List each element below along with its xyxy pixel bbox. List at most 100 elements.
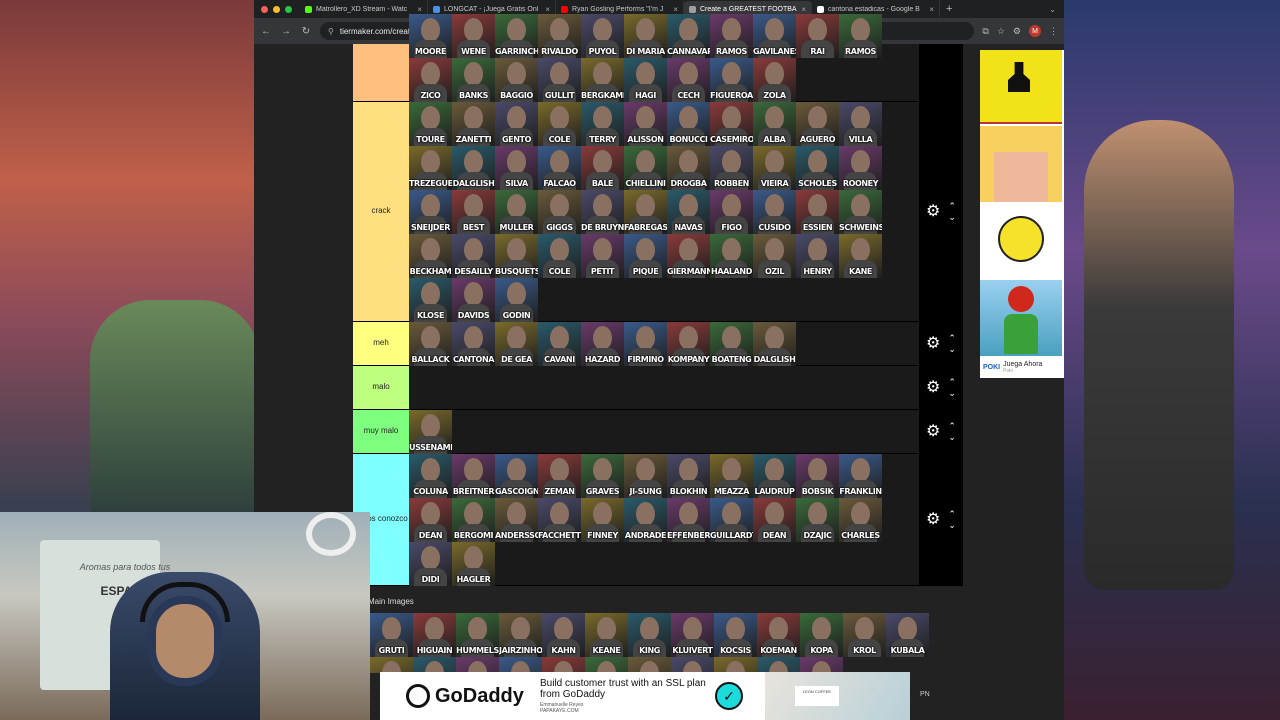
pool-player-tile[interactable] [585,657,628,673]
new-tab-button[interactable]: + [940,3,958,15]
forward-icon[interactable]: → [280,26,292,37]
player-tile[interactable]: ROONEY [839,146,882,190]
game-thumb-3[interactable] [980,202,1062,278]
player-tile[interactable]: CUSIDO [753,190,796,234]
pool-player-tile[interactable] [714,657,757,673]
close-tab-icon[interactable]: × [673,5,678,14]
pool-player-tile[interactable]: JAIRZINHO [499,613,542,657]
poki-game-ad[interactable]: POKI Juega Ahora Poki [980,50,1064,378]
chevron-down-icon[interactable]: ⌄ [948,212,956,223]
player-tile[interactable]: RIVALDO [538,14,581,58]
player-tile[interactable]: HAALAND [710,234,753,278]
player-tile[interactable]: DEAN [409,498,452,542]
translate-icon[interactable]: ⧉ [982,26,988,37]
player-tile[interactable]: SCHWEINSTEIGER [839,190,882,234]
tab-search-icon[interactable]: ⌄ [1049,5,1064,14]
player-tile[interactable]: BALE [581,146,624,190]
player-tile[interactable]: BANKS [452,58,495,102]
player-tile[interactable]: TOURE [409,102,452,146]
tier-label[interactable]: crack [353,102,409,321]
player-tile[interactable]: ZANETTI [452,102,495,146]
player-tile[interactable]: MULLER [495,190,538,234]
profile-avatar[interactable]: M [1029,25,1041,37]
menu-kebab-icon[interactable]: ⋮ [1049,26,1058,37]
player-tile[interactable]: CHARLES [839,498,882,542]
player-tile[interactable]: BERGKAMP [581,58,624,102]
player-tile[interactable]: VIEIRA [753,146,796,190]
player-tile[interactable]: ALISSON [624,102,667,146]
pool-player-tile[interactable]: KROL [843,613,886,657]
site-info-icon[interactable]: ⚲ [328,27,334,36]
game-thumb-1[interactable] [980,50,1062,124]
close-window-button[interactable] [261,5,268,13]
pool-player-tile[interactable]: LAW [370,657,413,673]
tier-label[interactable]: malo [353,366,409,409]
close-tab-icon[interactable]: × [929,5,934,14]
player-tile[interactable]: GRAVES [581,454,624,498]
player-tile[interactable]: HAGI [624,58,667,102]
player-tile[interactable]: ESSIEN [796,190,839,234]
player-tile[interactable]: USSENAME [409,410,452,454]
game-thumb-4[interactable] [980,280,1062,356]
player-tile[interactable]: RAI [796,14,839,58]
pool-player-tile[interactable] [800,657,843,673]
pool-player-tile[interactable]: KEANE [585,613,628,657]
player-tile[interactable]: DIDI [409,542,452,586]
pool-player-tile[interactable] [757,657,800,673]
player-tile[interactable]: COLE [538,102,581,146]
player-tile[interactable]: FALCAO [538,146,581,190]
player-tile[interactable]: BERGOMI [452,498,495,542]
pool-player-tile[interactable] [542,657,585,673]
pool-player-tile[interactable]: HUMMELS [456,613,499,657]
player-tile[interactable]: GAVILANES [753,14,796,58]
player-tile[interactable]: PUYOL [581,14,624,58]
pool-player-tile[interactable]: KING [628,613,671,657]
player-tile[interactable]: ZOLA [753,58,796,102]
bookmark-star-icon[interactable]: ☆ [997,26,1005,37]
player-tile[interactable]: BEST [452,190,495,234]
pool-player-tile[interactable]: KOPA [800,613,843,657]
player-tile[interactable]: BONUCCI [667,102,710,146]
player-tile[interactable]: ANDERSSON [495,498,538,542]
minimize-window-button[interactable] [273,5,280,13]
player-tile[interactable]: RAMOS [710,14,753,58]
player-tile[interactable]: DI MARIA [624,14,667,58]
pool-player-tile[interactable] [628,657,671,673]
player-tile[interactable]: CHIELLINI [624,146,667,190]
player-tile[interactable]: HAGLER [452,542,495,586]
player-tile[interactable]: RAMOS [839,14,882,58]
player-tile[interactable]: FIGUEROA [710,58,753,102]
player-tile[interactable]: TERRY [581,102,624,146]
player-tile[interactable]: CECH [667,58,710,102]
player-tile[interactable]: FIGO [710,190,753,234]
player-tile[interactable]: FRANKLIN [839,454,882,498]
close-tab-icon[interactable]: × [801,5,806,14]
player-tile[interactable]: CAVANI [538,322,581,366]
chevron-up-icon[interactable]: ⌃ [948,421,956,432]
player-tile[interactable]: ROBBEN [710,146,753,190]
player-tile[interactable]: ANDRADE [624,498,667,542]
player-tile[interactable]: BOBSIK [796,454,839,498]
pool-player-tile[interactable] [671,657,714,673]
chevron-up-icon[interactable]: ⌃ [948,333,956,344]
chevron-up-icon[interactable]: ⌃ [948,509,956,520]
pool-player-tile[interactable] [499,657,542,673]
godaddy-banner-ad[interactable]: GoDaddy Build customer trust with an SSL… [380,672,910,720]
player-tile[interactable]: OZIL [753,234,796,278]
chevron-down-icon[interactable]: ⌄ [948,432,956,443]
player-tile[interactable]: HAZARD [581,322,624,366]
pool-player-tile[interactable]: GRUTI [370,613,413,657]
pool-player-tile[interactable]: KAHN [542,613,585,657]
chevron-up-icon[interactable]: ⌃ [948,201,956,212]
player-tile[interactable]: TREZEGUET [409,146,452,190]
player-tile[interactable]: CASEMIRO [710,102,753,146]
gear-icon[interactable]: ⚙ [926,511,940,528]
player-tile[interactable]: SNEIJDER [409,190,452,234]
player-tile[interactable]: SILVA [495,146,538,190]
player-tile[interactable]: DE BRUYNE [581,190,624,234]
player-tile[interactable]: MOORE [409,14,452,58]
player-tile[interactable]: NAVAS [667,190,710,234]
chevron-up-icon[interactable]: ⌃ [948,377,956,388]
gear-icon[interactable]: ⚙ [926,203,940,220]
player-tile[interactable]: BLOKHIN [667,454,710,498]
